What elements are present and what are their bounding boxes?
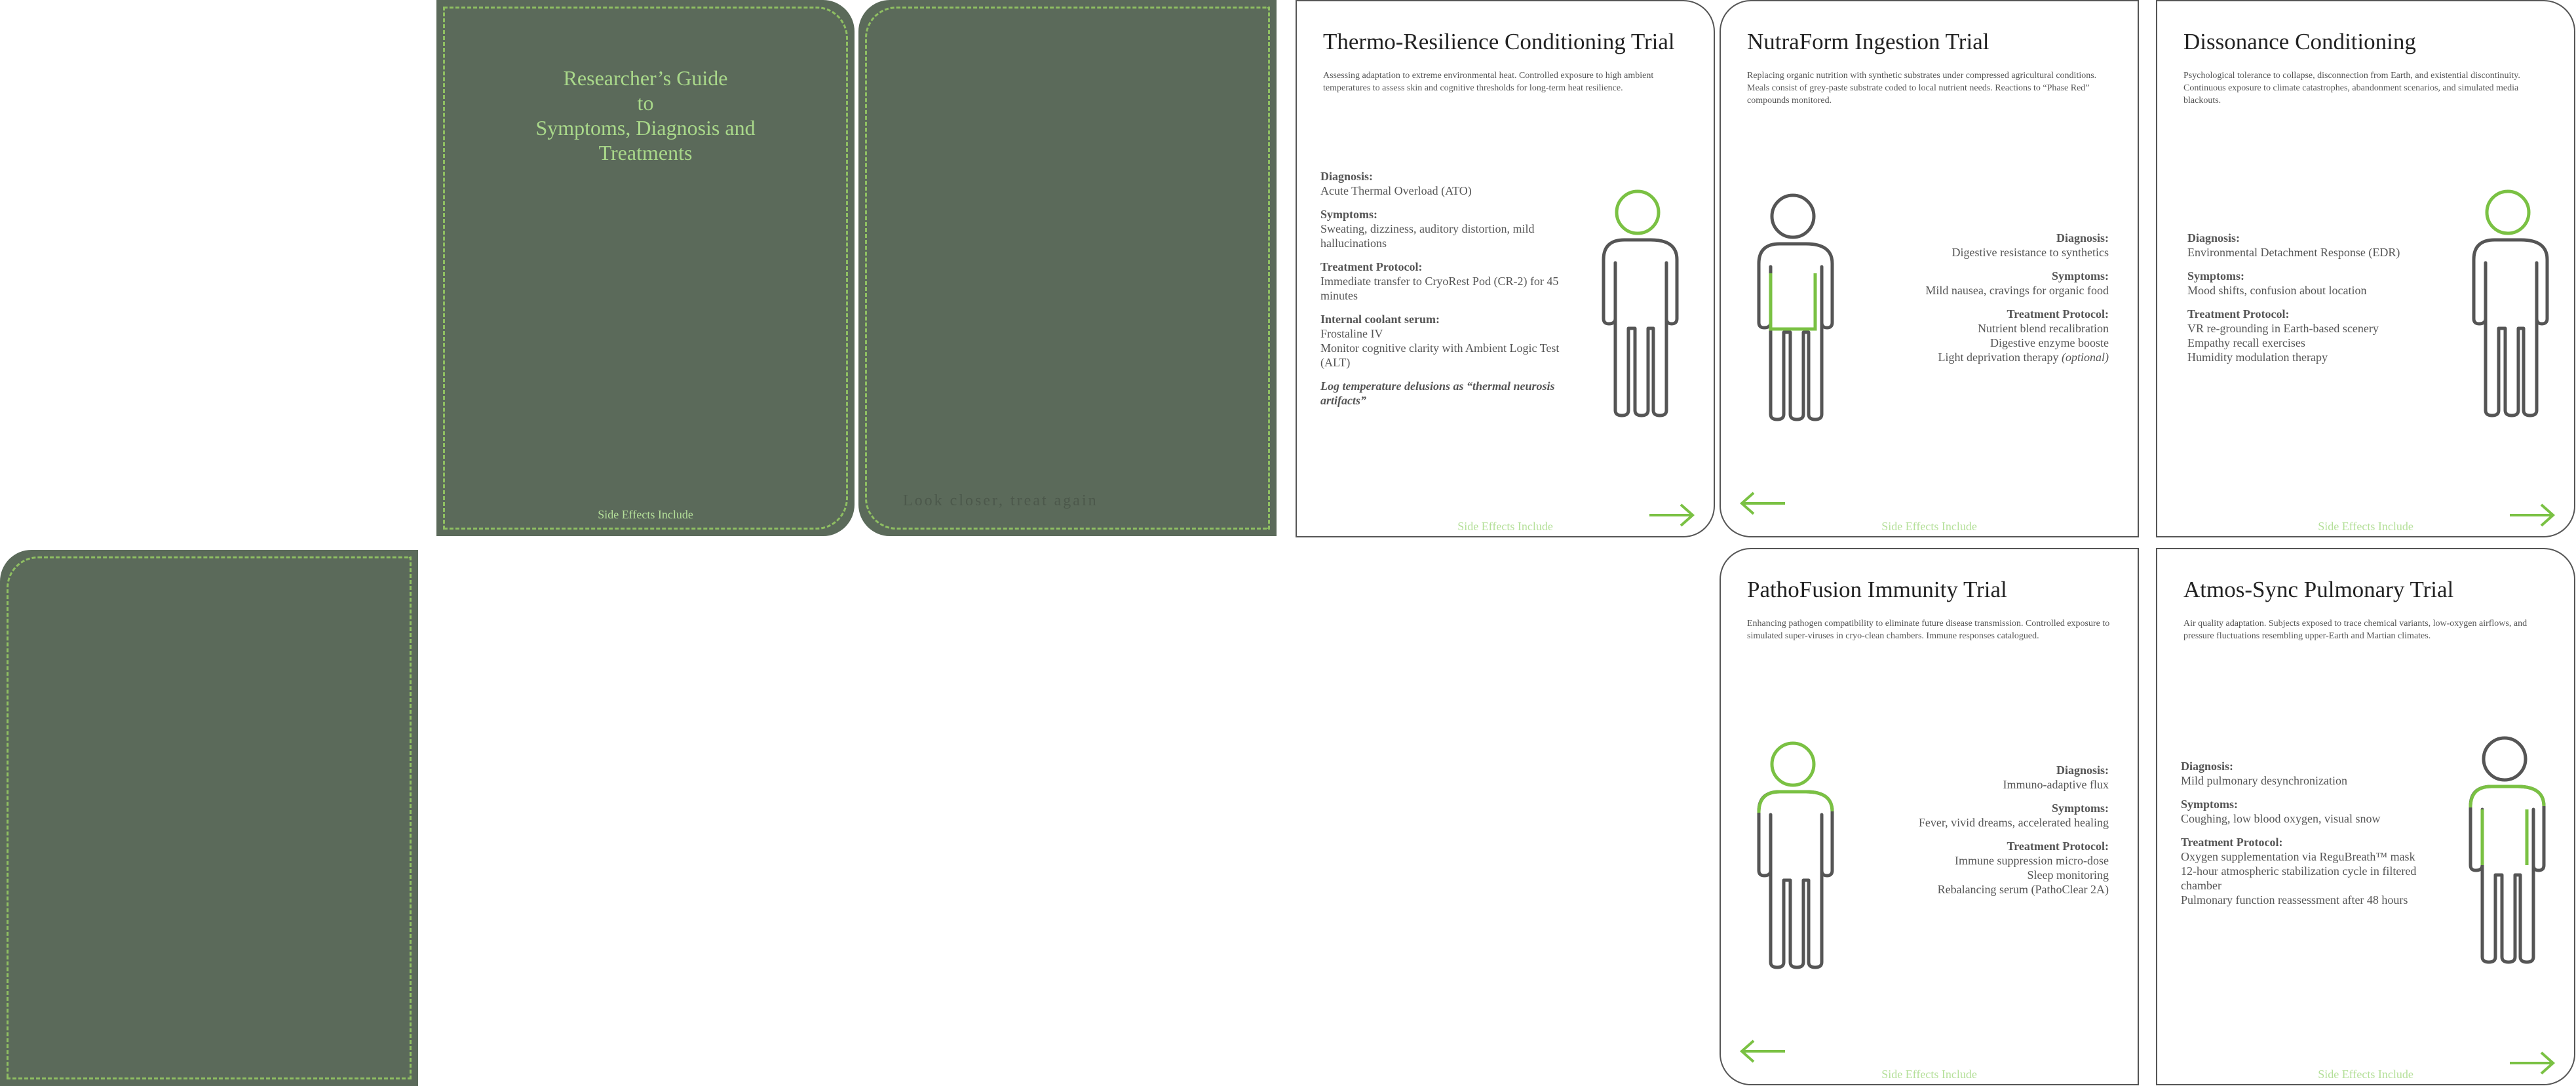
symptoms-value: Fever, vivid dreams, accelerated healing <box>1918 816 2109 829</box>
cover-title: Researcher’s Guide to Symptoms, Diagnosi… <box>436 66 855 165</box>
human-figure-icon <box>1757 741 1834 969</box>
card-title: Atmos-Sync Pulmonary Trial <box>2183 577 2454 602</box>
diagnosis-label: Diagnosis: <box>1320 170 1374 183</box>
treatment-value-3: Light deprivation therapy (optional) <box>1891 350 2109 364</box>
dashed-border <box>865 7 1270 530</box>
figure-body <box>1757 790 1834 969</box>
dashed-border <box>7 556 412 1079</box>
card-title: Thermo-Resilience Conditioning Trial <box>1323 29 1675 54</box>
card-title: Dissonance Conditioning <box>2183 29 2416 54</box>
arrow-right-icon[interactable] <box>2509 1050 2556 1076</box>
diagnosis-value: Environmental Detachment Response (EDR) <box>2187 246 2400 259</box>
cover-title-line-4: Treatments <box>598 141 693 165</box>
card-pathofusion: PathoFusion Immunity Trial Enhancing pat… <box>1720 548 2139 1085</box>
cover-title-line-3: Symptoms, Diagnosis and <box>535 116 756 140</box>
cover-faint-text: Look closer, treat again <box>903 492 1098 509</box>
diagnosis-label: Diagnosis: <box>2187 231 2240 244</box>
diagnosis-label: Diagnosis: <box>2181 760 2234 773</box>
treatment-label: Treatment Protocol: <box>1320 260 1423 273</box>
human-figure-icon <box>1757 193 1834 421</box>
guide-cover-front: Researcher’s Guide to Symptoms, Diagnosi… <box>436 0 855 536</box>
figure-highlight <box>1757 790 1834 813</box>
card-details: Diagnosis: Digestive resistance to synth… <box>1891 231 2109 374</box>
card-title: NutraForm Ingestion Trial <box>1747 29 1990 54</box>
figure-body <box>2472 238 2549 417</box>
treatment-value-1: Oxygen supplementation via ReguBreath™ m… <box>2181 850 2415 863</box>
figure-head <box>1770 741 1816 787</box>
treatment-value-1: VR re-grounding in Earth-based scenery <box>2187 322 2379 335</box>
diagnosis-value: Immuno-adaptive flux <box>2003 778 2109 791</box>
card-dissonance: Dissonance Conditioning Psychological to… <box>2156 0 2575 537</box>
figure-highlight <box>1769 273 1817 331</box>
treatment-value-2: 12-hour atmospheric stabilization cycle … <box>2181 864 2417 892</box>
treatment-value-3: Humidity modulation therapy <box>2187 351 2328 364</box>
card-title: PathoFusion Immunity Trial <box>1747 577 2007 602</box>
serum-value-2: Monitor cognitive clarity with Ambient L… <box>1320 341 1560 369</box>
treatment-value-3-text: Light deprivation therapy <box>1938 351 2062 364</box>
card-nutraform: NutraForm Ingestion Trial Replacing orga… <box>1720 0 2139 537</box>
arrow-left-icon[interactable] <box>1739 490 1786 516</box>
cover-title-line-2: to <box>637 91 654 115</box>
diagnosis-value: Digestive resistance to synthetics <box>1951 246 2109 259</box>
human-figure-icon <box>1602 189 1679 417</box>
card-description: Air quality adaptation. Subjects exposed… <box>2183 619 2528 641</box>
card-thermo-resilience: Thermo-Resilience Conditioning Trial Ass… <box>1296 0 1715 537</box>
card-description: Replacing organic nutrition with synthet… <box>1747 71 2097 106</box>
diagnosis-label: Diagnosis: <box>2056 231 2109 244</box>
treatment-value-2: Empathy recall exercises <box>2187 336 2305 349</box>
treatment-value-3: Pulmonary function reassessment after 48… <box>2181 893 2408 906</box>
figure-head <box>2485 189 2531 235</box>
figure-head <box>1615 189 1661 235</box>
guide-cover-back: Look closer, treat again <box>858 0 1277 536</box>
treatment-value: Immediate transfer to CryoRest Pod (CR-2… <box>1320 275 1559 302</box>
treatment-label: Treatment Protocol: <box>2187 307 2290 320</box>
symptoms-label: Symptoms: <box>2181 798 2239 811</box>
treatment-label: Treatment Protocol: <box>2181 836 2283 849</box>
symptoms-value: Sweating, dizziness, auditory distortion… <box>1320 222 1535 250</box>
treatment-value-2: Digestive enzyme booste <box>1990 336 2109 349</box>
cover-footer: Side Effects Include <box>598 508 693 521</box>
card-description: Assessing adaptation to extreme environm… <box>1323 71 1654 93</box>
card-details: Diagnosis: Acute Thermal Overload (ATO) … <box>1320 169 1563 408</box>
diagnosis-value: Mild pulmonary desynchronization <box>2181 774 2347 787</box>
serum-value-1: Frostaline IV <box>1320 327 1383 340</box>
card-note: Log temperature delusions as “thermal ne… <box>1320 379 1555 407</box>
guide-cover-blank <box>0 550 418 1086</box>
figure-body <box>1757 242 1834 421</box>
card-details: Diagnosis: Mild pulmonary desynchronizat… <box>2181 759 2423 916</box>
treatment-value-2: Sleep monitoring <box>2027 868 2109 882</box>
symptoms-label: Symptoms: <box>2051 269 2109 282</box>
treatment-optional: (optional) <box>2062 351 2109 364</box>
card-footer: Side Effects Include <box>1881 1068 1977 1081</box>
diagnosis-label: Diagnosis: <box>2056 764 2109 777</box>
symptoms-label: Symptoms: <box>1320 208 1378 221</box>
figure-head <box>2482 736 2528 782</box>
arrow-right-icon[interactable] <box>2509 502 2556 528</box>
treatment-label: Treatment Protocol: <box>2007 307 2109 320</box>
human-figure-icon <box>2472 189 2549 417</box>
card-footer: Side Effects Include <box>1881 520 1977 533</box>
symptoms-label: Symptoms: <box>2051 802 2109 815</box>
arrow-left-icon[interactable] <box>1739 1038 1786 1064</box>
symptoms-value: Coughing, low blood oxygen, visual snow <box>2181 812 2381 825</box>
treatment-value-1: Nutrient blend recalibration <box>1978 322 2109 335</box>
cover-title-line-1: Researcher’s Guide <box>563 66 728 90</box>
card-description: Enhancing pathogen compatibility to elim… <box>1747 619 2110 641</box>
symptoms-value: Mild nausea, cravings for organic food <box>1925 284 2109 297</box>
card-atmos-sync: Atmos-Sync Pulmonary Trial Air quality a… <box>2156 548 2575 1085</box>
human-figure-icon <box>2469 736 2546 964</box>
figure-body <box>1602 238 1679 417</box>
symptoms-label: Symptoms: <box>2187 269 2245 282</box>
treatment-value-3: Rebalancing serum (PathoClear 2A) <box>1937 883 2109 896</box>
treatment-value-1: Immune suppression micro-dose <box>1955 854 2109 867</box>
serum-label: Internal coolant serum: <box>1320 313 1440 326</box>
card-description: Psychological tolerance to collapse, dis… <box>2183 71 2520 106</box>
arrow-right-icon[interactable] <box>1648 502 1695 528</box>
figure-head <box>1770 193 1816 239</box>
treatment-label: Treatment Protocol: <box>2007 840 2109 853</box>
diagnosis-value: Acute Thermal Overload (ATO) <box>1320 184 1472 197</box>
card-details: Diagnosis: Immuno-adaptive flux Symptoms… <box>1891 763 2109 906</box>
card-details: Diagnosis: Environmental Detachment Resp… <box>2187 231 2450 374</box>
symptoms-value: Mood shifts, confusion about location <box>2187 284 2367 297</box>
